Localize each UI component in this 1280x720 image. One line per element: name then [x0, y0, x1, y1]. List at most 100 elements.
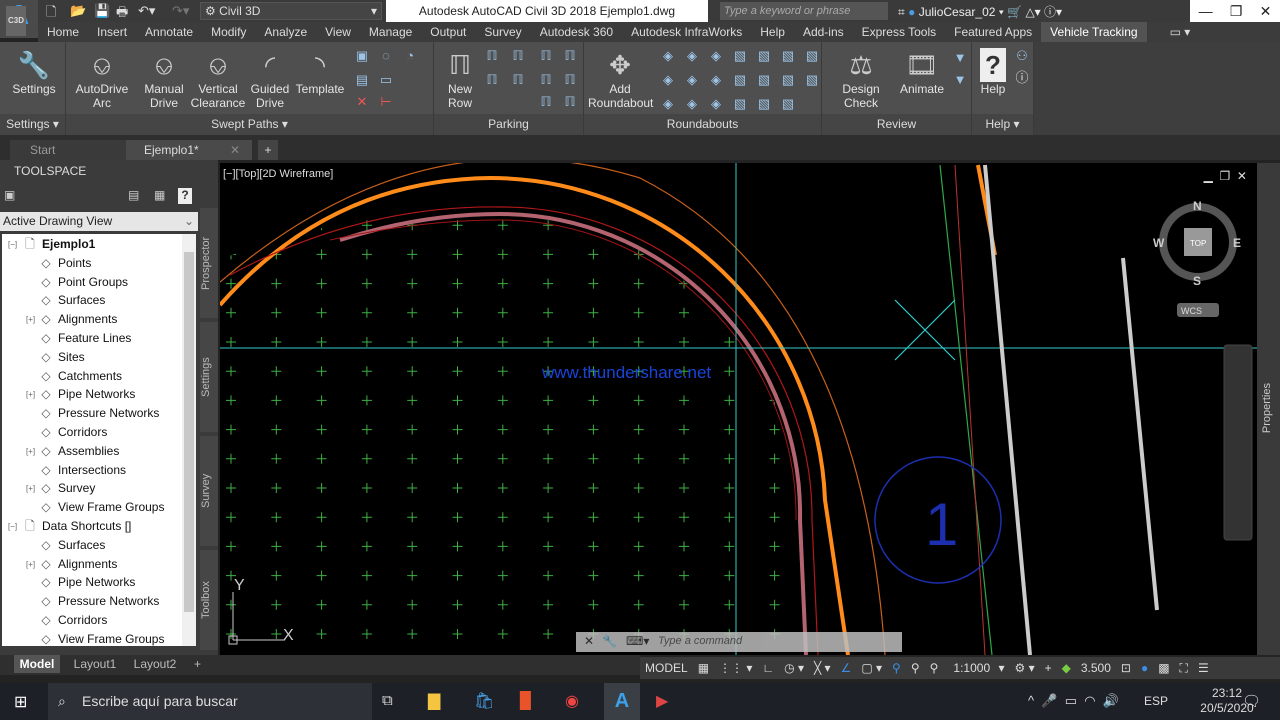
tree-item[interactable]: ◇ Surfaces — [38, 536, 105, 555]
expand-icon[interactable]: [+] — [26, 442, 35, 461]
tree-item[interactable]: ◇ Corridors — [38, 611, 107, 630]
snap-icon[interactable]: ⋮⋮ ▾ — [714, 661, 757, 675]
close-button[interactable]: ✕ — [1260, 3, 1272, 20]
expand-icon[interactable]: [+] — [26, 555, 35, 574]
annotation-icon[interactable]: ⚲ — [887, 661, 906, 675]
roundabout-tool-icon[interactable]: ◈ — [708, 72, 724, 88]
new-row-button[interactable]: ℿ New Row — [440, 48, 480, 110]
roundabout-tool-icon[interactable]: ▧ — [804, 48, 820, 64]
search-input[interactable]: Type a keyword or phrase — [720, 2, 888, 20]
roundabout-tool-icon[interactable]: ▧ — [780, 72, 796, 88]
tab-settings[interactable]: Settings — [200, 322, 218, 432]
minimize-button[interactable]: — — [1199, 3, 1213, 19]
viewport-controls[interactable]: [−][Top][2D Wireframe] — [223, 168, 333, 180]
roundabout-tool-icon[interactable]: ◈ — [684, 72, 700, 88]
restore-button[interactable]: ❐ — [1230, 3, 1243, 20]
tab-add-ins[interactable]: Add-ins — [794, 22, 853, 42]
vehicle-icon[interactable]: ▣ — [354, 48, 370, 64]
tab-modify[interactable]: Modify — [202, 22, 255, 42]
tab-layout2[interactable]: Layout2 — [126, 655, 184, 673]
path-icon[interactable]: ⊢ — [378, 94, 394, 110]
customize-icon[interactable]: 🔧 — [602, 634, 617, 648]
parking-icon[interactable]: ℿ — [562, 48, 578, 64]
roundabout-tool-icon[interactable]: ◈ — [708, 48, 724, 64]
annotation-scale[interactable]: 1:1000 ▾ — [943, 661, 1009, 675]
redo-icon[interactable]: ↷▾ — [172, 3, 189, 19]
roundabout-tool-icon[interactable]: ▧ — [804, 72, 820, 88]
toolspace-icon[interactable]: ▣ — [4, 188, 15, 202]
cart-icon[interactable]: 🛒 — [1007, 5, 1022, 19]
command-line[interactable]: ✕ 🔧 ⌨▾ Type a command — [576, 632, 902, 652]
tab-annotate[interactable]: Annotate — [136, 22, 202, 42]
windows-start-icon[interactable]: ⊞ — [14, 692, 27, 712]
customize-menu-icon[interactable]: ☰ — [1193, 661, 1214, 675]
roundabout-tool-icon[interactable]: ▧ — [756, 96, 772, 112]
roundabout-tool-icon[interactable]: ◈ — [684, 96, 700, 112]
roundabout-tool-icon[interactable]: ◈ — [660, 72, 676, 88]
roundabout-tool-icon[interactable]: ▧ — [756, 72, 772, 88]
tab-prospector[interactable]: Prospector — [200, 208, 218, 318]
file-explorer-icon[interactable]: ▇ — [428, 691, 440, 711]
workspace-gear-icon[interactable]: ⚙ ▾ — [1009, 661, 1039, 675]
tab-ejemplo1[interactable]: Ejemplo1* ✕ — [126, 140, 252, 160]
tree-item[interactable]: ◇ View Frame Groups — [38, 630, 164, 649]
new-tab-button[interactable]: + — [258, 140, 278, 160]
help-button[interactable]: ? Help — [978, 48, 1008, 96]
settings-panel-label[interactable]: Settings ▾ — [0, 114, 65, 135]
parking-icon[interactable]: ℿ — [538, 48, 554, 64]
tab-survey[interactable]: Survey — [200, 436, 218, 546]
filter-icon[interactable]: ▼ — [952, 50, 968, 66]
add-layout-button[interactable]: + — [194, 655, 201, 673]
civil-icon[interactable]: ▩ — [1153, 661, 1174, 675]
edit-path-icon[interactable]: ◌ — [378, 48, 394, 64]
help-icon[interactable]: ⓘ▾ — [1044, 5, 1062, 19]
parking-icon[interactable]: ℿ — [484, 48, 500, 64]
tab-model[interactable]: Model — [14, 655, 60, 673]
tab-insert[interactable]: Insert — [88, 22, 136, 42]
elevation-icon[interactable]: ◆ — [1057, 661, 1076, 675]
parking-icon[interactable]: ℿ — [538, 72, 554, 88]
notifications-icon[interactable]: 🗨 — [1242, 692, 1261, 710]
tree-item[interactable]: [+] ◇ Survey — [26, 479, 95, 498]
tree-item[interactable]: ◇ Pipe Networks — [38, 573, 135, 592]
template-button[interactable]: ◝ Template — [294, 48, 346, 96]
tab-manage[interactable]: Manage — [360, 22, 421, 42]
autocad-taskbar-icon[interactable]: A — [604, 683, 640, 720]
tab-start[interactable]: Start — [10, 140, 136, 160]
close-tab-icon[interactable]: ✕ — [230, 140, 240, 160]
tree-item[interactable]: [+] ◇ Alignments — [26, 555, 117, 574]
undo-icon[interactable]: ↶▾ — [138, 3, 155, 19]
parking-icon[interactable]: ℿ — [538, 94, 554, 110]
isodraft-icon[interactable]: ╳ ▾ — [809, 661, 836, 675]
isolate-icon[interactable]: ⊡ — [1116, 661, 1136, 675]
tab-home[interactable]: Home — [38, 22, 88, 42]
manual-drive-button[interactable]: ⎉ Manual Drive — [138, 48, 190, 110]
tree-scrollbar[interactable] — [182, 234, 196, 646]
table-icon[interactable]: ▦ — [154, 188, 165, 202]
roundabout-tool-icon[interactable]: ▧ — [780, 48, 796, 64]
lock-icon[interactable]: ◔ — [402, 48, 418, 64]
help-icon[interactable]: ? — [178, 188, 192, 204]
office-icon[interactable]: ▉ — [520, 691, 532, 711]
open-icon[interactable]: 📂 — [70, 3, 86, 19]
properties-tab[interactable]: Properties — [1257, 163, 1280, 655]
roundabout-tool-icon[interactable]: ▧ — [780, 96, 796, 112]
tree-item[interactable]: [+] ◇ Alignments — [26, 310, 117, 329]
tree-item[interactable]: ◇ Pressure Networks — [38, 404, 159, 423]
tab-featured-apps[interactable]: Featured Apps — [945, 22, 1041, 42]
tab-autodesk-360[interactable]: Autodesk 360 — [531, 22, 622, 42]
tab-toolbox[interactable]: Toolbox — [200, 550, 218, 650]
tree-item[interactable]: ◇ Surfaces — [38, 291, 105, 310]
tree-item[interactable]: [−] 🗋 Data Shortcuts [] — [8, 517, 131, 536]
fullscreen-icon[interactable]: ⛶ — [1175, 661, 1193, 676]
workspace-select[interactable]: ⚙ Civil 3D ▾ — [200, 2, 382, 20]
roundabout-tool-icon[interactable]: ▧ — [756, 48, 772, 64]
guided-drive-button[interactable]: ◜ Guided Drive — [246, 48, 294, 110]
osnap-icon[interactable]: ∠ — [836, 661, 857, 675]
roundabout-tool-icon[interactable]: ◈ — [708, 96, 724, 112]
tree-item[interactable]: ◇ Point Groups — [38, 273, 128, 292]
roundabout-tool-icon[interactable]: ▧ — [732, 72, 748, 88]
chrome-icon[interactable]: ◉ — [565, 691, 579, 711]
video-editor-icon[interactable]: ▶ — [656, 691, 668, 711]
expand-icon[interactable]: [−] — [8, 517, 17, 536]
